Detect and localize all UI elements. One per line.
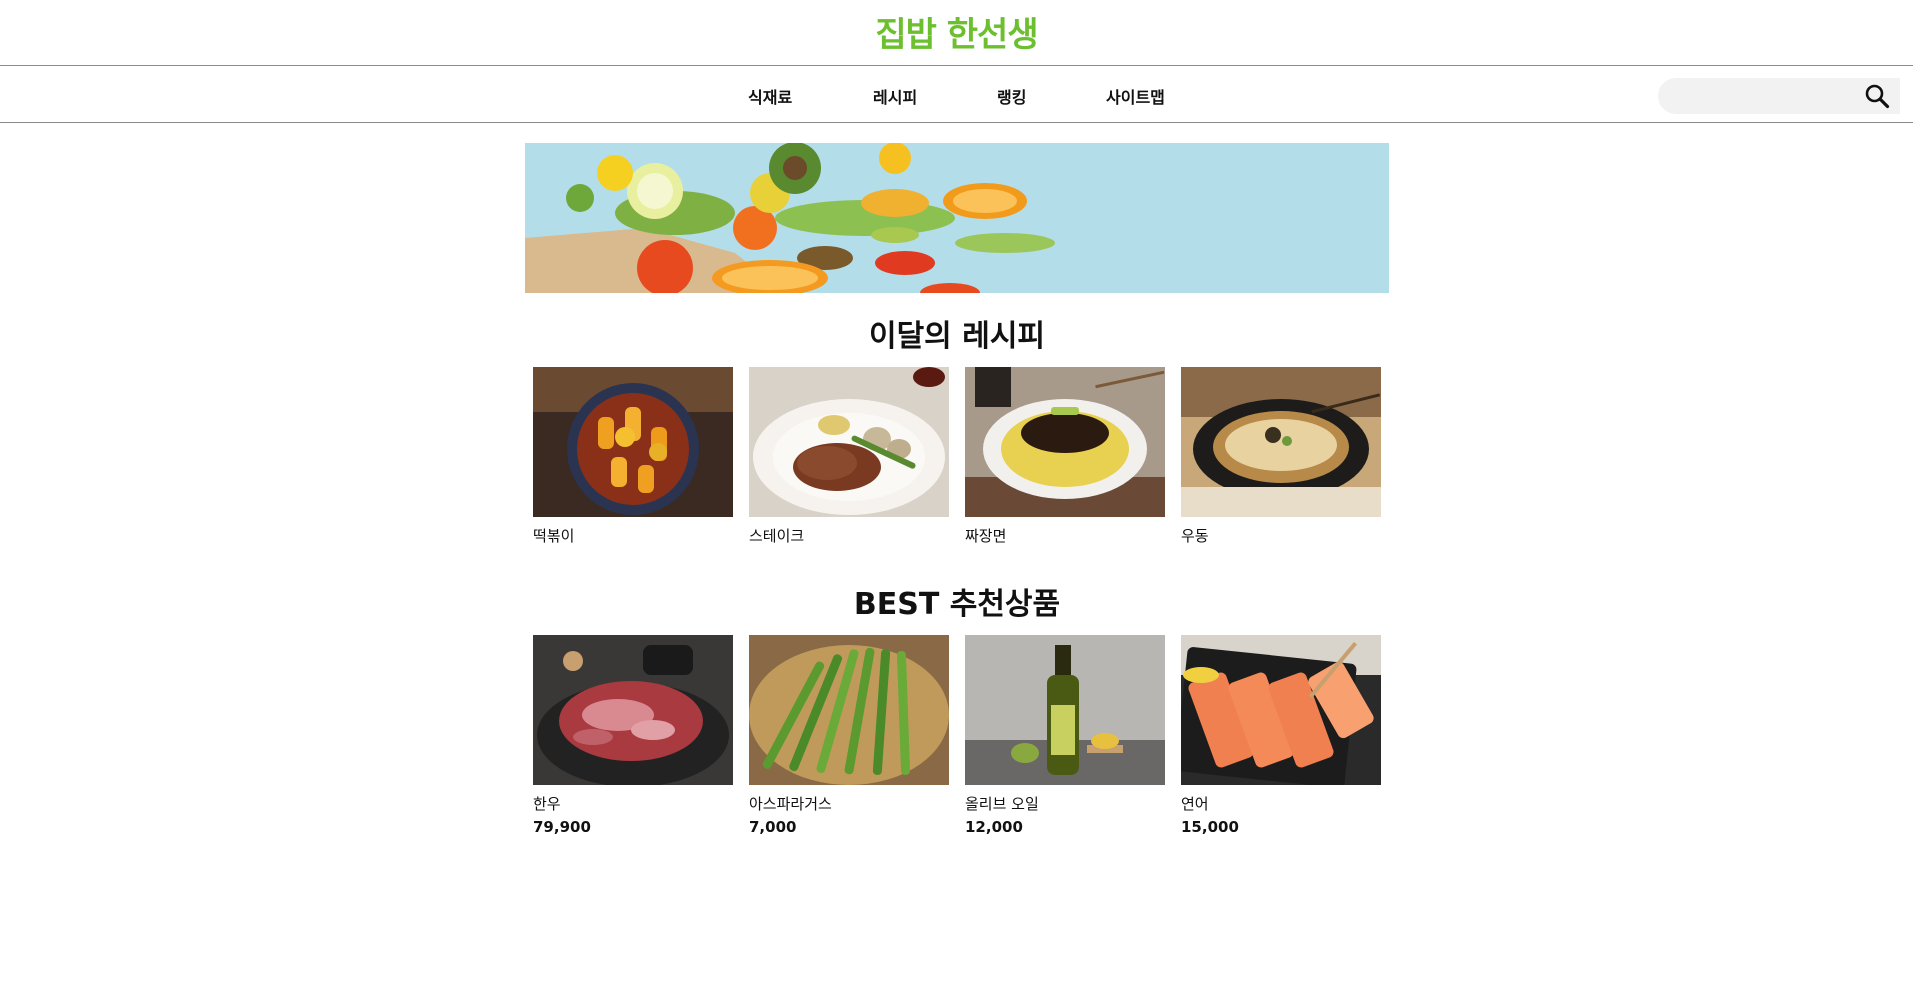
- search-icon: [1865, 84, 1890, 109]
- product-name: 한우: [533, 795, 561, 813]
- site-header: 집밥 한선생: [0, 0, 1913, 66]
- product-price: 15,000: [1181, 818, 1239, 836]
- recipe-image-tteokbokki: [533, 367, 733, 517]
- nav-item-ranking[interactable]: 랭킹: [997, 84, 1026, 108]
- recipe-name: 스테이크: [749, 527, 805, 545]
- product-name: 연어: [1181, 795, 1209, 813]
- product-name: 아스파라거스: [749, 795, 832, 813]
- product-name: 올리브 오일: [965, 795, 1039, 813]
- search-box: [1658, 78, 1900, 114]
- product-image-salmon: [1181, 635, 1381, 785]
- banner-image: [525, 143, 1389, 293]
- product-card-asparagus[interactable]: 아스파라거스 7,000: [749, 635, 949, 836]
- products-section-title: BEST 추천상품: [853, 587, 1061, 622]
- main-navbar: 식재료 레시피 랭킹 사이트맵: [0, 66, 1913, 123]
- product-price: 7,000: [749, 818, 797, 836]
- search-input[interactable]: [1670, 82, 1850, 110]
- product-image-asparagus: [749, 635, 949, 785]
- nav-menu: 식재료 레시피 랭킹 사이트맵: [0, 66, 1913, 122]
- recipes-section-title: 이달의 레시피: [868, 319, 1046, 354]
- nav-item-ingredients[interactable]: 식재료: [748, 84, 792, 108]
- recipe-image-udon: [1181, 367, 1381, 517]
- site-logo[interactable]: 집밥 한선생: [875, 7, 1038, 56]
- recipe-name: 짜장면: [965, 527, 1007, 545]
- recipe-card-jjajangmyeon[interactable]: 짜장면: [965, 367, 1165, 546]
- product-price: 79,900: [533, 818, 591, 836]
- product-image-hanwoo: [533, 635, 733, 785]
- product-card-olive-oil[interactable]: 올리브 오일 12,000: [965, 635, 1165, 836]
- search-button[interactable]: [1862, 81, 1892, 111]
- product-card-salmon[interactable]: 연어 15,000: [1181, 635, 1381, 836]
- recipe-image-jjajangmyeon: [965, 367, 1165, 517]
- hero-banner[interactable]: [525, 143, 1389, 293]
- recipe-name: 떡볶이: [533, 527, 575, 545]
- recipe-card-steak[interactable]: 스테이크: [749, 367, 949, 546]
- product-image-olive-oil: [965, 635, 1165, 785]
- recipe-image-steak: [749, 367, 949, 517]
- product-card-hanwoo[interactable]: 한우 79,900: [533, 635, 733, 836]
- recipe-card-tteokbokki[interactable]: 떡볶이: [533, 367, 733, 546]
- recipe-card-udon[interactable]: 우동: [1181, 367, 1381, 546]
- nav-item-recipes[interactable]: 레시피: [873, 84, 917, 108]
- recipe-name: 우동: [1181, 527, 1209, 545]
- nav-item-sitemap[interactable]: 사이트맵: [1106, 84, 1165, 108]
- product-price: 12,000: [965, 818, 1023, 836]
